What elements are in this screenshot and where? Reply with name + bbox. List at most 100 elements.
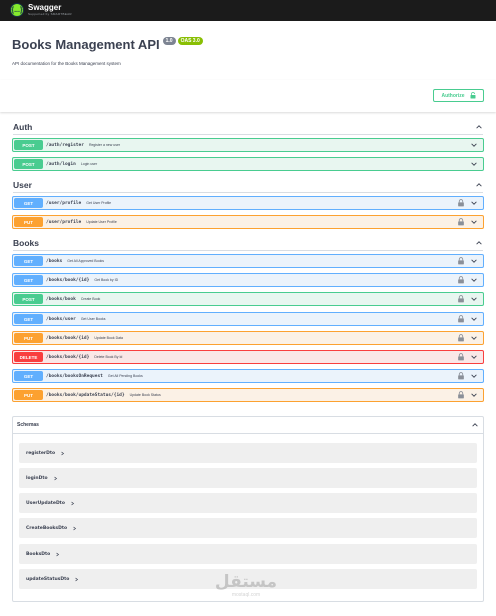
- operation-summary: Register a new user: [88, 143, 121, 147]
- method-badge: PUT: [14, 390, 43, 400]
- method-badge: PUT: [14, 333, 43, 343]
- watermark-latin: mostaql.com: [231, 592, 261, 598]
- operation-row[interactable]: PUT/books/book/{id} Update Book Data: [12, 331, 484, 345]
- api-description: API documentation for the Books Manageme…: [12, 61, 121, 66]
- operation-row[interactable]: PUT/books/book/updateStatus/{id} Update B…: [12, 388, 484, 402]
- operation-controls: [457, 315, 478, 323]
- chevron-up-icon[interactable]: [471, 421, 479, 429]
- operation-controls: [457, 353, 478, 361]
- operation-row[interactable]: GET/books/booksOnRequest Get All Pending …: [12, 369, 484, 383]
- chevron-down-icon[interactable]: [470, 391, 478, 399]
- topbar: {...} Swagger Supported by SMARTBEAR: [0, 0, 496, 21]
- operation-summary: Update Book Data: [94, 336, 123, 340]
- method-badge: GET: [14, 256, 43, 266]
- lock-icon[interactable]: [457, 372, 465, 380]
- lock-icon[interactable]: [457, 276, 465, 284]
- schema-name: updateStatusDto: [26, 576, 70, 582]
- schema-item[interactable]: registerDto: [19, 443, 477, 463]
- method-badge: POST: [14, 159, 43, 169]
- chevron-down-icon[interactable]: [470, 276, 478, 284]
- chevron-right-icon[interactable]: [74, 577, 79, 582]
- authorize-button[interactable]: Authorize: [433, 89, 484, 102]
- operation-path: /user/profile: [46, 200, 82, 206]
- operation-summary: Get All Approved Books: [67, 259, 105, 263]
- scheme-container: Authorize: [0, 80, 496, 112]
- operation-summary: Update User Profile: [86, 220, 117, 224]
- operation-controls: [457, 218, 478, 226]
- chevron-down-icon[interactable]: [470, 315, 478, 323]
- operation-path: /auth/register: [46, 142, 84, 148]
- swagger-logo-icon: {...}: [10, 3, 24, 17]
- operation-summary: Delete Book By Id: [94, 355, 123, 359]
- lock-icon[interactable]: [457, 334, 465, 342]
- logo-text: Swagger Supported by SMARTBEAR: [28, 4, 72, 16]
- chevron-right-icon[interactable]: [53, 476, 58, 481]
- lock-icon[interactable]: [457, 199, 465, 207]
- chevron-right-icon[interactable]: [70, 501, 75, 506]
- lock-icon[interactable]: [457, 353, 465, 361]
- tag-name: Auth: [13, 121, 33, 132]
- operation-path: /books/book/{id}: [46, 335, 90, 341]
- chevron-down-icon[interactable]: [470, 372, 478, 380]
- lock-icon[interactable]: [457, 218, 465, 226]
- schema-item[interactable]: UserUpdateDto: [19, 493, 477, 513]
- chevron-up-icon[interactable]: [475, 239, 483, 247]
- schema-name: CreateBooksDto: [26, 525, 68, 531]
- tag-section-1[interactable]: User: [13, 177, 483, 193]
- chevron-up-icon[interactable]: [475, 181, 483, 189]
- operation-row[interactable]: POST/books/book Create Book: [12, 292, 484, 306]
- chevron-up-icon[interactable]: [475, 123, 483, 131]
- chevron-right-icon[interactable]: [72, 526, 77, 531]
- chevron-down-icon[interactable]: [470, 295, 478, 303]
- lock-icon[interactable]: [457, 257, 465, 265]
- chevron-down-icon[interactable]: [470, 199, 478, 207]
- schema-name: loginDto: [26, 475, 48, 481]
- tag-section-2[interactable]: Books: [13, 235, 483, 251]
- operation-row[interactable]: POST/auth/register Register a new user: [12, 138, 484, 152]
- method-badge: GET: [14, 314, 43, 324]
- tag-section-0[interactable]: Auth: [13, 119, 483, 135]
- operation-row[interactable]: GET/books Get All Approved Books: [12, 254, 484, 268]
- chevron-right-icon[interactable]: [60, 451, 65, 456]
- operation-controls: [457, 372, 478, 380]
- operation-summary: Get User Profile: [86, 201, 112, 205]
- lock-icon[interactable]: [457, 391, 465, 399]
- operation-row[interactable]: POST/auth/login Login user: [12, 157, 484, 171]
- operation-summary: Update Book Status: [129, 393, 161, 397]
- schema-name: registerDto: [26, 450, 56, 456]
- chevron-down-icon[interactable]: [470, 141, 478, 149]
- operation-controls: [457, 295, 478, 303]
- chevron-right-icon[interactable]: [55, 552, 60, 557]
- api-title-row: Books Management API 1.0 OAS 3.0: [12, 37, 482, 52]
- schema-item[interactable]: BooksDto: [19, 544, 477, 564]
- schema-item[interactable]: CreateBooksDto: [19, 518, 477, 538]
- schema-name: UserUpdateDto: [26, 500, 65, 506]
- chevron-down-icon[interactable]: [470, 353, 478, 361]
- lock-icon[interactable]: [457, 295, 465, 303]
- operation-path: /books/book: [46, 296, 76, 302]
- operation-row[interactable]: GET/books/user Get User Books: [12, 312, 484, 326]
- operation-path: /books/book/{id}: [46, 277, 90, 283]
- chevron-down-icon[interactable]: [470, 160, 478, 168]
- schemas-header[interactable]: Schemas: [13, 417, 483, 434]
- watermark: مستقل mostaql.com: [213, 574, 279, 608]
- operation-path: /books/book/{id}: [46, 354, 90, 360]
- operation-row[interactable]: GET/user/profile Get User Profile: [12, 196, 484, 210]
- operation-controls: [457, 199, 478, 207]
- chevron-down-icon[interactable]: [470, 257, 478, 265]
- operation-controls: [457, 391, 478, 399]
- lock-icon[interactable]: [457, 315, 465, 323]
- chevron-down-icon[interactable]: [470, 334, 478, 342]
- swagger-logo[interactable]: {...} Swagger Supported by SMARTBEAR: [10, 3, 72, 17]
- operation-summary: Get All Pending Books: [107, 374, 143, 378]
- api-info: Books Management API 1.0 OAS 3.0 API doc…: [12, 37, 482, 66]
- operation-path: /books/user: [46, 316, 76, 322]
- operation-row[interactable]: GET/books/book/{id} Get Book by ID: [12, 273, 484, 287]
- operation-path: /books/book/updateStatus/{id}: [46, 392, 125, 398]
- chevron-down-icon[interactable]: [470, 218, 478, 226]
- schema-item[interactable]: loginDto: [19, 468, 477, 488]
- operation-row[interactable]: DELETE/books/book/{id} Delete Book By Id: [12, 350, 484, 364]
- operation-controls: [470, 160, 478, 168]
- operation-path: /books/booksOnRequest: [46, 373, 103, 379]
- operation-row[interactable]: PUT/user/profile Update User Profile: [12, 215, 484, 229]
